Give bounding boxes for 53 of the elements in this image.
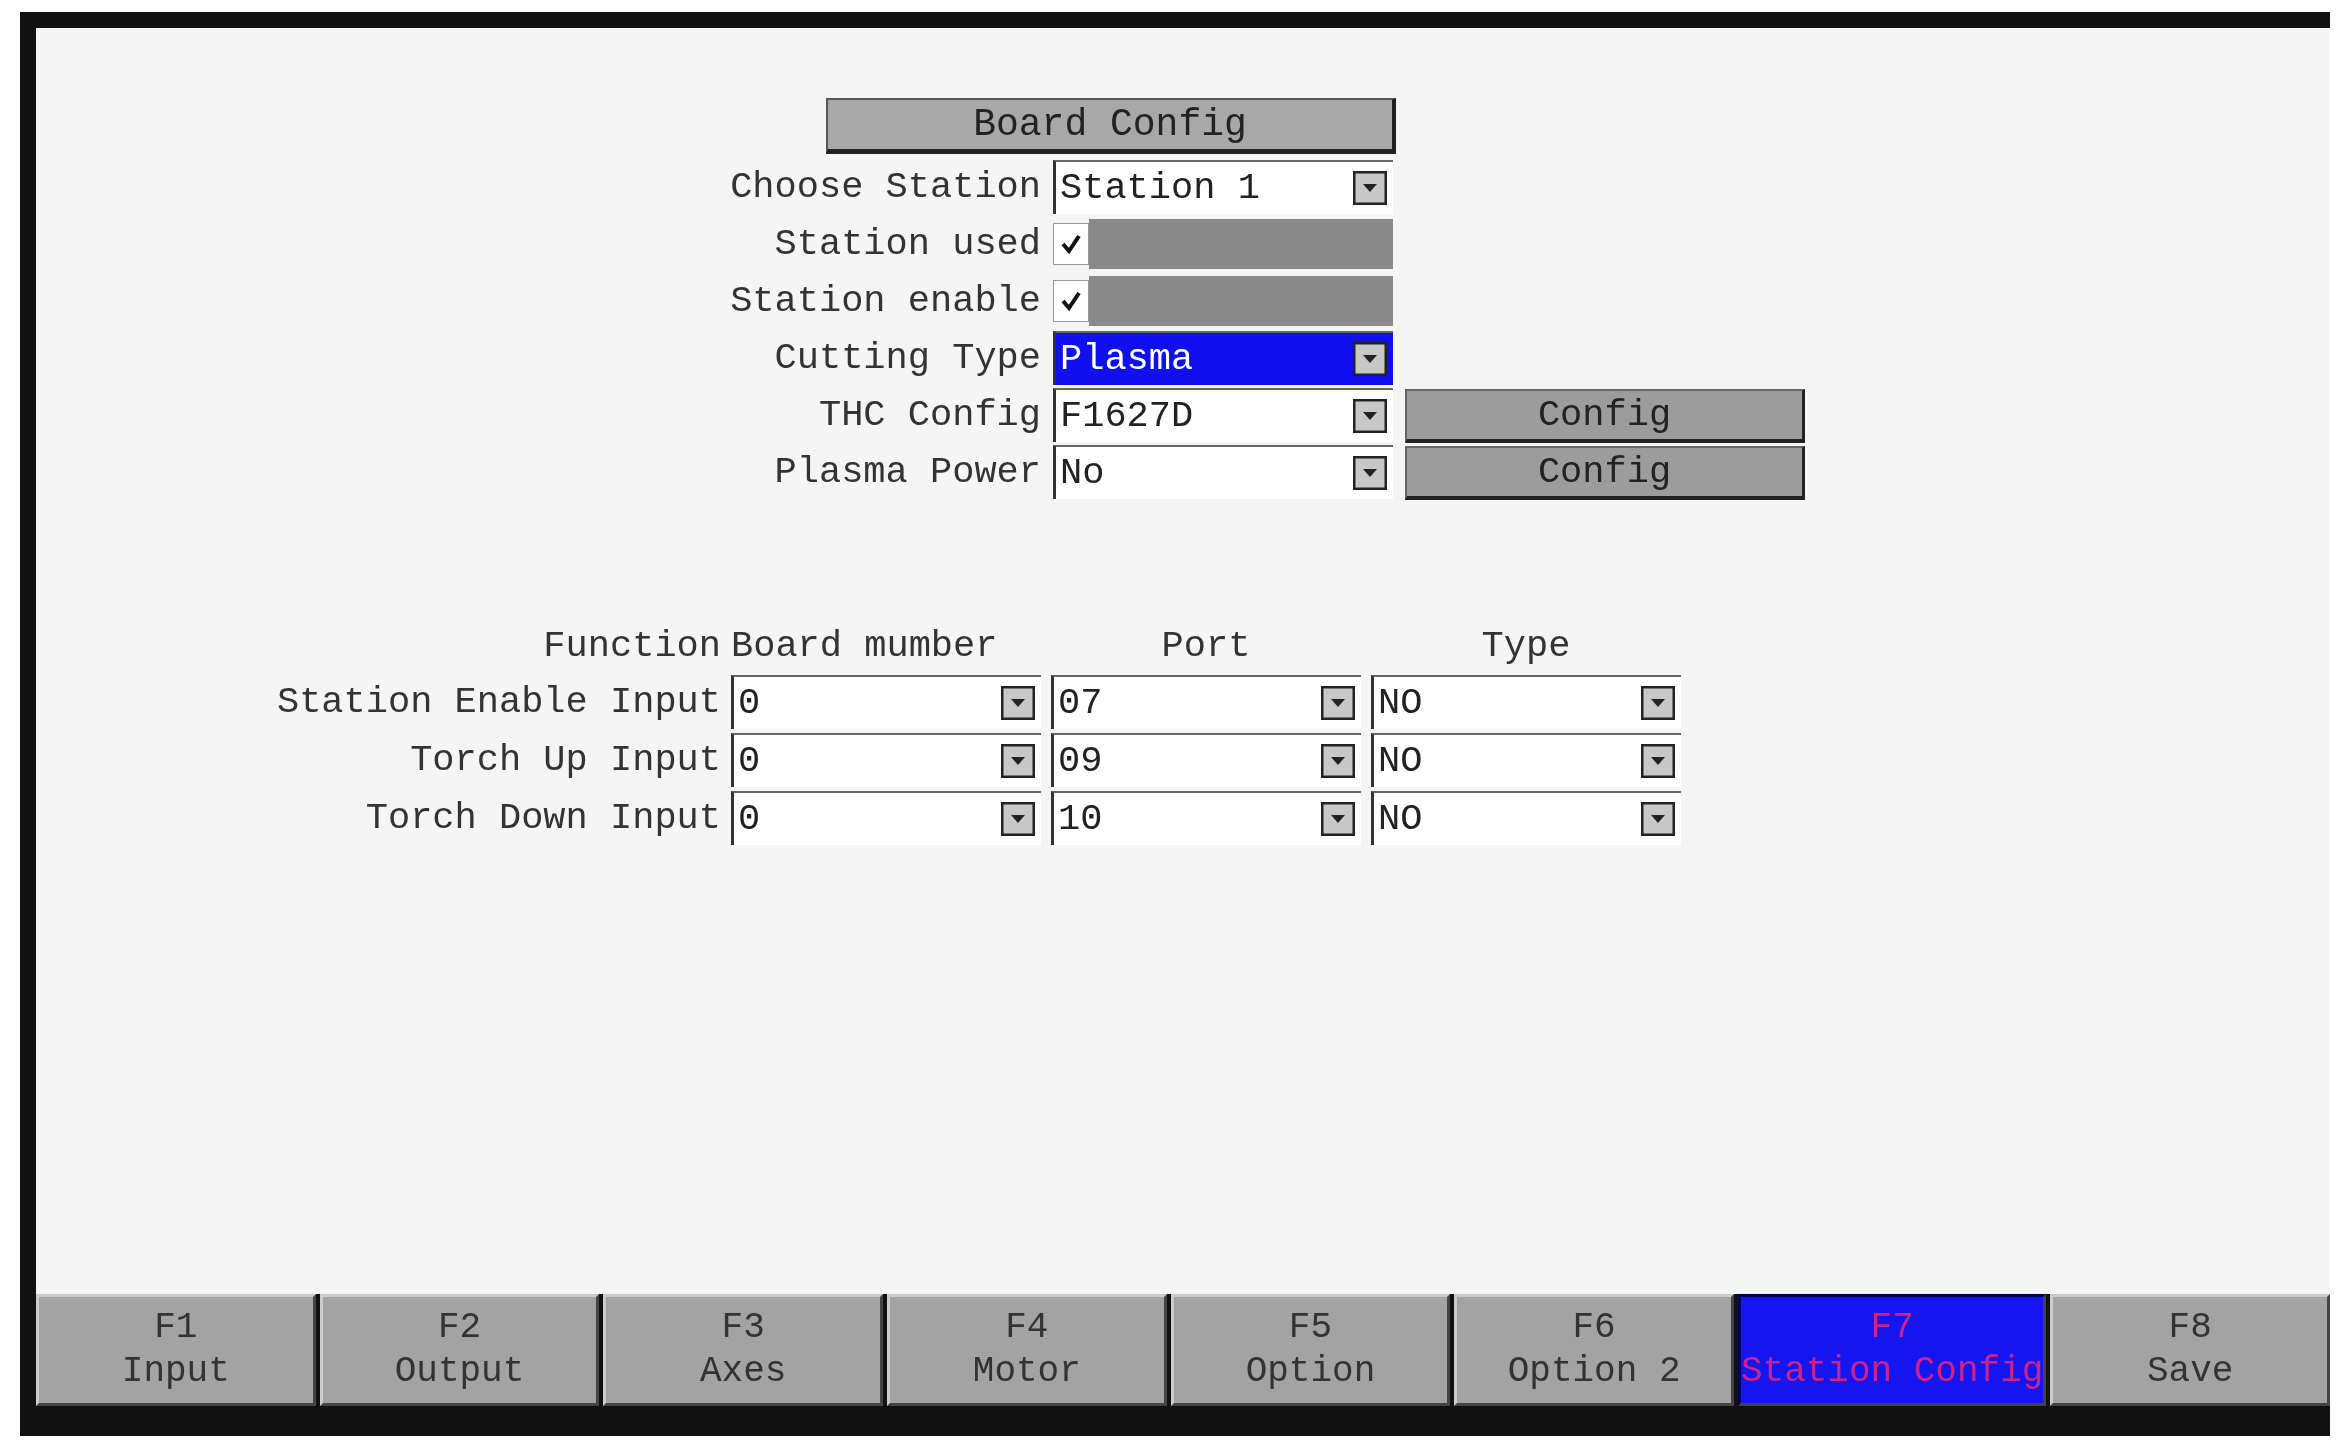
dropdown-field[interactable]: 0: [731, 675, 1041, 729]
dropdown-arrow-icon[interactable]: [1353, 456, 1387, 490]
dropdown-field[interactable]: 10: [1051, 791, 1361, 845]
column-header: Board mumber: [731, 624, 999, 669]
column-header: Type: [1480, 624, 1572, 669]
function-key-button[interactable]: F8 Save: [2050, 1294, 2331, 1406]
function-key-button[interactable]: F4 Motor: [886, 1294, 1167, 1406]
dropdown-arrow-icon[interactable]: [1641, 744, 1675, 778]
function-label: Torch Up Input: [409, 738, 721, 783]
config-button[interactable]: Config: [1405, 388, 1805, 443]
function-label: Torch Down Input: [364, 796, 721, 841]
dropdown-arrow-icon[interactable]: [1641, 802, 1675, 836]
dropdown-arrow-icon[interactable]: [1321, 802, 1355, 836]
function-key-button[interactable]: F1 Input: [36, 1294, 316, 1406]
dropdown-arrow-icon[interactable]: [1001, 744, 1035, 778]
dropdown-field[interactable]: F1627D: [1053, 388, 1393, 442]
function-key-button[interactable]: F6 Option 2: [1454, 1294, 1734, 1406]
dropdown-field[interactable]: NO: [1371, 675, 1681, 729]
checkmark-icon: [1060, 290, 1082, 312]
column-header: Function: [542, 624, 721, 669]
function-key-button[interactable]: F3 Axes: [603, 1294, 883, 1406]
checkbox[interactable]: [1053, 223, 1089, 265]
function-key-button[interactable]: F2 Output: [319, 1294, 600, 1406]
dropdown-field[interactable]: 07: [1051, 675, 1361, 729]
setting-label: Station used: [773, 222, 1041, 267]
checkbox[interactable]: [1053, 280, 1089, 322]
setting-label: Station enable: [729, 279, 1041, 324]
dropdown-arrow-icon[interactable]: [1353, 342, 1387, 376]
dropdown-field[interactable]: 0: [731, 791, 1041, 845]
dropdown-arrow-icon[interactable]: [1001, 686, 1035, 720]
function-key-button[interactable]: F5 Option: [1170, 1294, 1451, 1406]
checkmark-icon: [1060, 233, 1082, 255]
dropdown-arrow-icon[interactable]: [1353, 171, 1387, 205]
dropdown-field[interactable]: 09: [1051, 733, 1361, 787]
setting-label: Plasma Power: [773, 450, 1041, 495]
column-header: Port: [1160, 624, 1252, 669]
dropdown-arrow-icon[interactable]: [1641, 686, 1675, 720]
dropdown-arrow-icon[interactable]: [1001, 802, 1035, 836]
dropdown-field[interactable]: 0: [731, 733, 1041, 787]
setting-label: THC Config: [817, 393, 1041, 438]
dropdown-field[interactable]: NO: [1371, 791, 1681, 845]
function-label: Station Enable Input: [275, 680, 721, 725]
config-button[interactable]: Config: [1405, 445, 1805, 500]
dropdown-arrow-icon[interactable]: [1353, 399, 1387, 433]
setting-label: Choose Station: [729, 165, 1041, 210]
dropdown-arrow-icon[interactable]: [1321, 744, 1355, 778]
dropdown-field[interactable]: NO: [1371, 733, 1681, 787]
dropdown-field[interactable]: Plasma: [1053, 331, 1393, 385]
setting-label: Cutting Type: [773, 336, 1041, 381]
dropdown-arrow-icon[interactable]: [1321, 686, 1355, 720]
dropdown-field[interactable]: No: [1053, 445, 1393, 499]
dropdown-field[interactable]: Station 1: [1053, 160, 1393, 214]
board-config-button[interactable]: Board Config: [826, 98, 1396, 154]
